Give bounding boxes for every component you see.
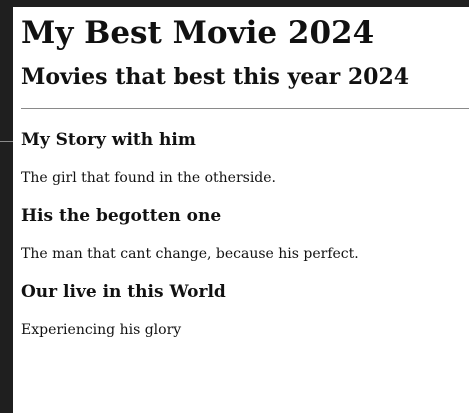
page-title: My Best Movie 2024 [21,15,375,51]
movie-title: His the begotten one [21,206,222,226]
page-content: My Best Movie 2024 Movies that best this… [13,7,469,339]
movie-description: The girl that found in the otherside. [21,170,277,186]
horizontal-rule [21,108,469,109]
movie-description: The man that cant change, because his pe… [21,246,359,262]
left-edge-divider [0,141,13,142]
page-subtitle: Movies that best this year 2024 [21,64,410,90]
movie-title: My Story with him [21,130,196,150]
movie-title: Our live in this World [21,282,226,302]
movie-description: Experiencing his glory [21,322,182,338]
browser-viewport: My Best Movie 2024 Movies that best this… [13,7,469,413]
